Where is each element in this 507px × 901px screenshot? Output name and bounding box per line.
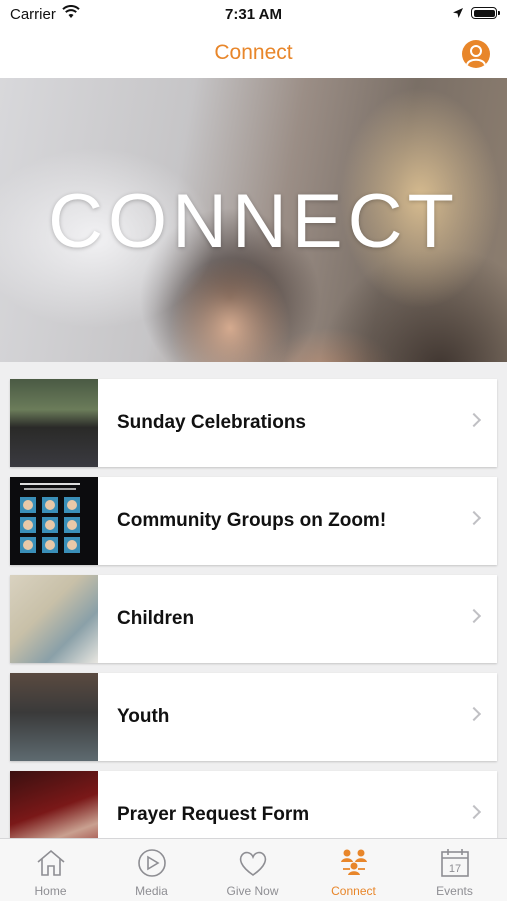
tab-connect[interactable]: Connect bbox=[303, 839, 404, 901]
hero-banner: CONNECT bbox=[0, 78, 507, 362]
list-item-label: Youth bbox=[117, 706, 170, 727]
connect-list: Sunday Celebrations Community Groups on … bbox=[10, 379, 497, 869]
page-title: Connect bbox=[214, 41, 293, 64]
list-item-youth[interactable]: Youth bbox=[10, 673, 497, 761]
tab-label: Home bbox=[34, 884, 67, 898]
chevron-right-icon bbox=[466, 510, 482, 526]
chevron-right-icon bbox=[466, 608, 482, 624]
tab-label: Connect bbox=[331, 884, 376, 898]
children-thumbnail bbox=[10, 575, 98, 663]
community-groups-thumbnail bbox=[10, 477, 98, 565]
hero-title: CONNECT bbox=[48, 179, 459, 264]
tab-events[interactable]: 17 Events bbox=[404, 839, 505, 901]
zoom-grid-image bbox=[20, 483, 80, 553]
chevron-right-icon bbox=[466, 412, 482, 428]
battery-icon bbox=[471, 7, 500, 19]
list-item-label: Children bbox=[117, 608, 195, 629]
play-icon bbox=[138, 849, 166, 877]
list-item-label: Prayer Request Form bbox=[117, 804, 310, 825]
tab-label: Give Now bbox=[226, 884, 279, 898]
list-item-label: Sunday Celebrations bbox=[117, 412, 306, 433]
list-item-community-groups[interactable]: Community Groups on Zoom! bbox=[10, 477, 497, 565]
tab-bar: Home Media Give Now Connect 17 Events bbox=[0, 838, 507, 901]
home-icon bbox=[37, 849, 65, 876]
tab-give-now[interactable]: Give Now bbox=[202, 839, 303, 901]
chevron-right-icon bbox=[466, 706, 482, 722]
tab-home[interactable]: Home bbox=[0, 839, 101, 901]
people-icon bbox=[341, 849, 367, 875]
list-item-label: Community Groups on Zoom! bbox=[117, 510, 387, 531]
status-bar: Carrier 7:31 AM bbox=[0, 0, 507, 30]
calendar-day: 17 bbox=[449, 863, 461, 875]
tab-media[interactable]: Media bbox=[101, 839, 202, 901]
chevron-right-icon bbox=[466, 804, 482, 820]
status-time: 7:31 AM bbox=[225, 6, 282, 23]
list-item-sunday-celebrations[interactable]: Sunday Celebrations bbox=[10, 379, 497, 467]
list-item-children[interactable]: Children bbox=[10, 575, 497, 663]
sunday-celebrations-thumbnail bbox=[10, 379, 98, 467]
heart-icon bbox=[239, 851, 267, 876]
calendar-icon: 17 bbox=[441, 849, 469, 877]
youth-thumbnail bbox=[10, 673, 98, 761]
tab-label: Events bbox=[436, 884, 473, 898]
person-icon bbox=[466, 45, 486, 66]
nav-bar: Connect bbox=[0, 30, 507, 78]
location-arrow-icon bbox=[453, 8, 463, 18]
tab-label: Media bbox=[135, 884, 168, 898]
profile-button[interactable] bbox=[462, 40, 490, 68]
